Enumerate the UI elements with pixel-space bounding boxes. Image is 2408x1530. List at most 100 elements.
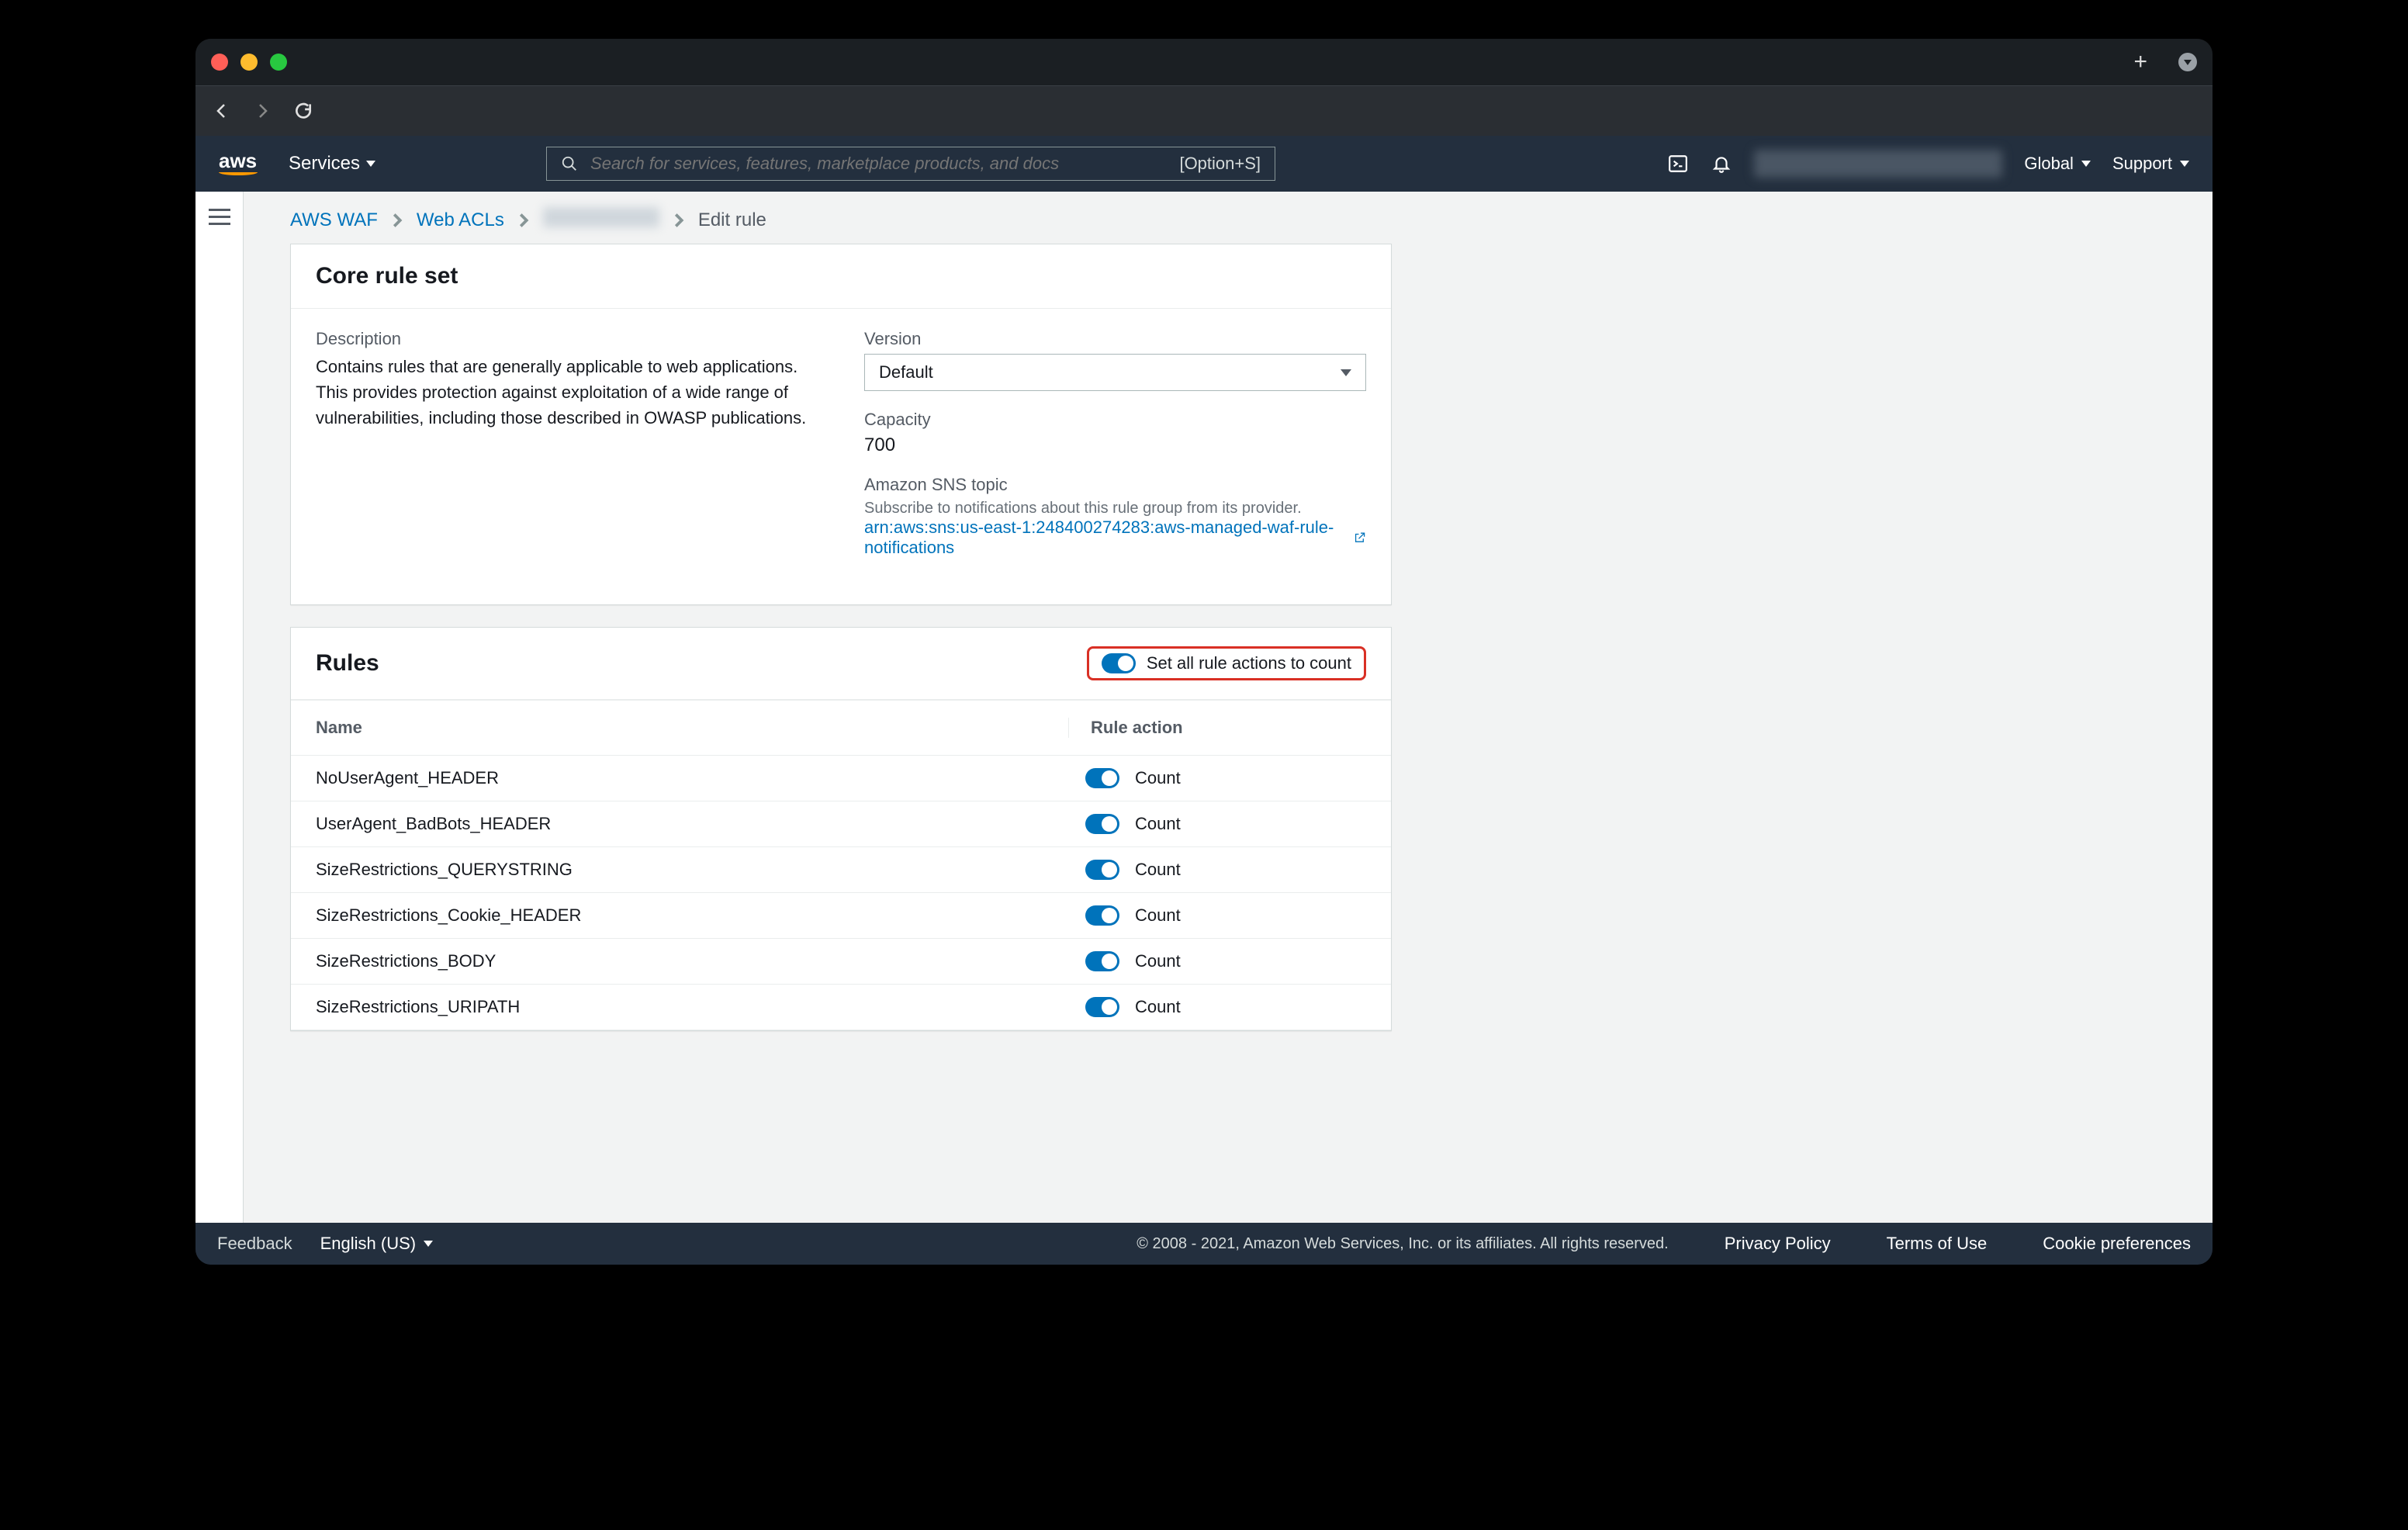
chevron-right-icon <box>392 213 403 228</box>
table-row: SizeRestrictions_QUERYSTRING Count <box>291 847 1391 893</box>
window-minimize-button[interactable] <box>240 54 258 71</box>
capacity-value: 700 <box>864 434 1366 456</box>
rule-action-cell: Count <box>1068 768 1366 788</box>
breadcrumb-root[interactable]: AWS WAF <box>290 209 378 231</box>
rule-action-toggle[interactable] <box>1085 860 1119 880</box>
external-link-icon <box>1354 531 1366 545</box>
rule-action-cell: Count <box>1068 997 1366 1017</box>
caret-down-icon <box>366 161 375 167</box>
language-selector[interactable]: English (US) <box>320 1234 433 1254</box>
footer: Feedback English (US) © 2008 - 2021, Ama… <box>195 1223 2213 1265</box>
hamburger-icon <box>209 209 230 225</box>
back-button[interactable] <box>213 102 231 120</box>
rule-name: SizeRestrictions_URIPATH <box>316 997 1068 1017</box>
reload-button[interactable] <box>293 101 313 121</box>
core-rule-set-panel: Core rule set Description Contains rules… <box>290 244 1392 605</box>
set-all-count-highlight: Set all rule actions to count <box>1087 646 1366 680</box>
region-selector[interactable]: Global <box>2024 154 2091 174</box>
sidebar-toggle[interactable] <box>195 192 244 1223</box>
body-area: AWS WAF Web ACLs Edit rule Core rule set… <box>195 192 2213 1223</box>
aws-header: aws Services [Option+S] Global <box>195 136 2213 192</box>
rule-action-cell: Count <box>1068 860 1366 880</box>
sns-arn-text: arn:aws:sns:us-east-1:248400274283:aws-m… <box>864 518 1348 558</box>
region-label: Global <box>2024 154 2074 174</box>
set-all-count-label: Set all rule actions to count <box>1147 653 1351 673</box>
aws-logo[interactable]: aws <box>219 152 258 175</box>
rule-name: UserAgent_BadBots_HEADER <box>316 814 1068 834</box>
rule-action-toggle[interactable] <box>1085 814 1119 834</box>
rules-panel: Rules Set all rule actions to count Name… <box>290 627 1392 1031</box>
main-content: AWS WAF Web ACLs Edit rule Core rule set… <box>244 192 2213 1223</box>
rule-action-label: Count <box>1135 905 1181 926</box>
rule-action-label: Count <box>1135 768 1181 788</box>
services-label: Services <box>289 153 360 175</box>
global-search[interactable]: [Option+S] <box>546 147 1275 181</box>
rule-action-toggle[interactable] <box>1085 997 1119 1017</box>
rules-title: Rules <box>316 650 379 677</box>
terms-link[interactable]: Terms of Use <box>1887 1234 1988 1254</box>
titlebar: + <box>195 39 2213 85</box>
description-label: Description <box>316 329 818 349</box>
rule-action-label: Count <box>1135 951 1181 971</box>
core-right-col: Version Default Capacity 700 Amazon SNS … <box>864 329 1366 576</box>
rule-action-toggle[interactable] <box>1085 951 1119 971</box>
table-row: NoUserAgent_HEADER Count <box>291 756 1391 801</box>
capacity-label: Capacity <box>864 410 1366 430</box>
rule-action-label: Count <box>1135 997 1181 1017</box>
sns-help: Subscribe to notifications about this ru… <box>864 500 1366 518</box>
forward-button[interactable] <box>253 102 272 120</box>
feedback-link[interactable]: Feedback <box>217 1234 292 1254</box>
new-tab-button[interactable]: + <box>2133 49 2147 75</box>
chevron-right-icon <box>673 213 684 228</box>
support-menu[interactable]: Support <box>2112 154 2189 174</box>
rule-action-label: Count <box>1135 860 1181 880</box>
table-row: SizeRestrictions_Cookie_HEADER Count <box>291 893 1391 939</box>
breadcrumb: AWS WAF Web ACLs Edit rule <box>244 207 2213 244</box>
rule-name: SizeRestrictions_Cookie_HEADER <box>316 905 1068 926</box>
cloudshell-icon[interactable] <box>1667 153 1689 175</box>
set-all-count-toggle[interactable] <box>1102 653 1136 673</box>
col-action-header: Rule action <box>1068 718 1366 738</box>
rule-name: NoUserAgent_HEADER <box>316 768 1068 788</box>
browser-toolbar <box>195 85 2213 136</box>
account-name-blurred[interactable] <box>1754 150 2002 178</box>
rule-action-cell: Count <box>1068 951 1366 971</box>
version-value: Default <box>879 362 933 382</box>
titlebar-right: + <box>2133 49 2197 75</box>
copyright-text: © 2008 - 2021, Amazon Web Services, Inc.… <box>1137 1235 1668 1253</box>
version-label: Version <box>864 329 1366 349</box>
caret-down-icon <box>2081 161 2091 167</box>
language-label: English (US) <box>320 1234 416 1254</box>
rule-action-label: Count <box>1135 814 1181 834</box>
notifications-icon[interactable] <box>1711 153 1732 175</box>
rule-action-toggle[interactable] <box>1085 768 1119 788</box>
breadcrumb-webacls[interactable]: Web ACLs <box>417 209 504 231</box>
caret-down-icon <box>2180 161 2189 167</box>
caret-down-icon <box>1341 369 1351 376</box>
rules-panel-header: Rules Set all rule actions to count <box>291 628 1391 700</box>
privacy-link[interactable]: Privacy Policy <box>1725 1234 1831 1254</box>
search-icon <box>561 155 578 172</box>
description-text: Contains rules that are generally applic… <box>316 354 818 431</box>
table-row: SizeRestrictions_BODY Count <box>291 939 1391 985</box>
header-right: Global Support <box>1667 150 2189 178</box>
window-maximize-button[interactable] <box>270 54 287 71</box>
table-row: SizeRestrictions_URIPATH Count <box>291 985 1391 1030</box>
rule-action-toggle[interactable] <box>1085 905 1119 926</box>
cookies-link[interactable]: Cookie preferences <box>2043 1234 2191 1254</box>
browser-window: + aws Services [Option+S] <box>195 39 2213 1265</box>
breadcrumb-acl-blurred[interactable] <box>543 207 659 233</box>
sns-label: Amazon SNS topic <box>864 475 1366 495</box>
traffic-lights <box>211 54 287 71</box>
version-select[interactable]: Default <box>864 354 1366 391</box>
search-input[interactable] <box>590 154 1167 174</box>
rule-name: SizeRestrictions_QUERYSTRING <box>316 860 1068 880</box>
sns-arn-link[interactable]: arn:aws:sns:us-east-1:248400274283:aws-m… <box>864 518 1366 558</box>
window-close-button[interactable] <box>211 54 228 71</box>
search-shortcut: [Option+S] <box>1179 154 1261 174</box>
rule-action-cell: Count <box>1068 905 1366 926</box>
core-left-col: Description Contains rules that are gene… <box>316 329 818 576</box>
caret-down-icon <box>424 1241 433 1247</box>
tab-overflow-button[interactable] <box>2178 53 2197 71</box>
services-menu[interactable]: Services <box>289 153 375 175</box>
